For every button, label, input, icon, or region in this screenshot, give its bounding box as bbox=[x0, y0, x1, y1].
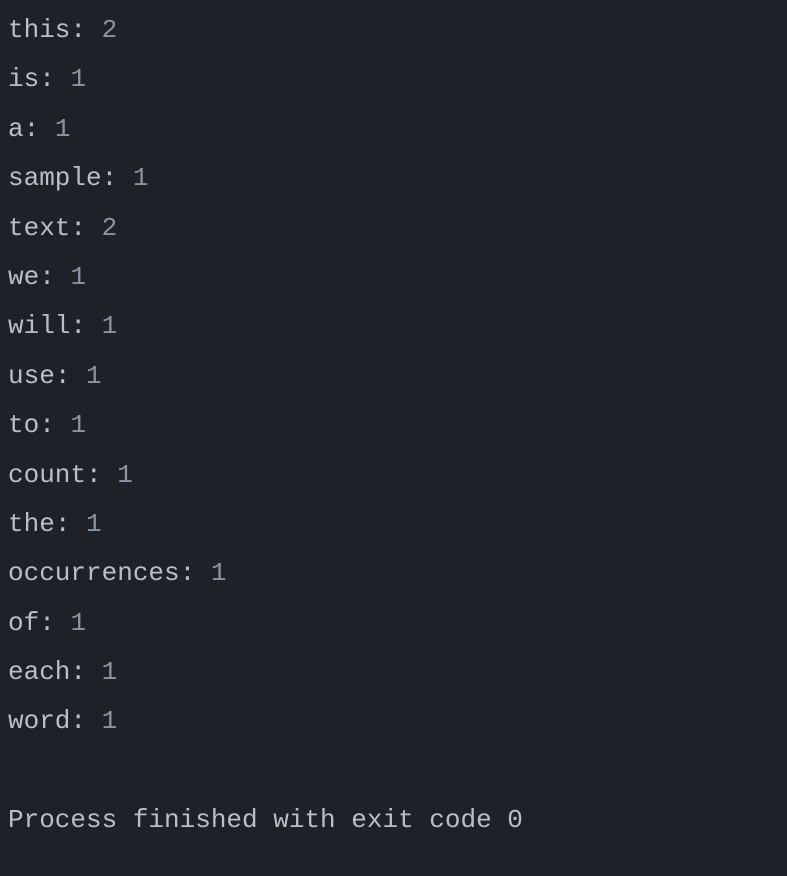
output-line: word: 1 bbox=[8, 697, 779, 746]
word-label: occurrences bbox=[8, 558, 180, 588]
separator: : bbox=[55, 509, 86, 539]
separator: : bbox=[70, 706, 101, 736]
separator: : bbox=[86, 460, 117, 490]
output-line: the: 1 bbox=[8, 500, 779, 549]
separator: : bbox=[102, 163, 133, 193]
separator: : bbox=[39, 262, 70, 292]
word-label: will bbox=[8, 311, 70, 341]
separator: : bbox=[24, 114, 55, 144]
word-count: 1 bbox=[211, 558, 227, 588]
word-count: 1 bbox=[86, 509, 102, 539]
output-line: each: 1 bbox=[8, 648, 779, 697]
separator: : bbox=[70, 311, 101, 341]
word-label: text bbox=[8, 213, 70, 243]
word-count: 1 bbox=[70, 64, 86, 94]
word-count: 2 bbox=[102, 15, 118, 45]
word-count: 1 bbox=[70, 410, 86, 440]
console-output: this: 2is: 1a: 1sample: 1text: 2we: 1wil… bbox=[8, 6, 779, 747]
output-line: count: 1 bbox=[8, 451, 779, 500]
word-count: 1 bbox=[70, 262, 86, 292]
word-label: to bbox=[8, 410, 39, 440]
output-line: occurrences: 1 bbox=[8, 549, 779, 598]
word-label: we bbox=[8, 262, 39, 292]
output-line: we: 1 bbox=[8, 253, 779, 302]
separator: : bbox=[180, 558, 211, 588]
output-line: to: 1 bbox=[8, 401, 779, 450]
output-line: sample: 1 bbox=[8, 154, 779, 203]
word-label: the bbox=[8, 509, 55, 539]
word-count: 2 bbox=[102, 213, 118, 243]
word-count: 1 bbox=[117, 460, 133, 490]
word-count: 1 bbox=[102, 706, 118, 736]
output-line: this: 2 bbox=[8, 6, 779, 55]
word-label: each bbox=[8, 657, 70, 687]
output-line: use: 1 bbox=[8, 352, 779, 401]
word-count: 1 bbox=[70, 608, 86, 638]
word-count: 1 bbox=[133, 163, 149, 193]
output-line: is: 1 bbox=[8, 55, 779, 104]
separator: : bbox=[55, 361, 86, 391]
word-count: 1 bbox=[102, 311, 118, 341]
separator: : bbox=[70, 657, 101, 687]
word-label: sample bbox=[8, 163, 102, 193]
output-line: text: 2 bbox=[8, 204, 779, 253]
separator: : bbox=[70, 213, 101, 243]
separator: : bbox=[70, 15, 101, 45]
word-label: of bbox=[8, 608, 39, 638]
word-label: word bbox=[8, 706, 70, 736]
word-label: count bbox=[8, 460, 86, 490]
word-count: 1 bbox=[102, 657, 118, 687]
word-label: a bbox=[8, 114, 24, 144]
output-line: of: 1 bbox=[8, 599, 779, 648]
word-label: use bbox=[8, 361, 55, 391]
output-line: a: 1 bbox=[8, 105, 779, 154]
word-label: is bbox=[8, 64, 39, 94]
process-status: Process finished with exit code 0 bbox=[8, 796, 779, 845]
output-line: will: 1 bbox=[8, 302, 779, 351]
word-label: this bbox=[8, 15, 70, 45]
separator: : bbox=[39, 64, 70, 94]
separator: : bbox=[39, 410, 70, 440]
word-count: 1 bbox=[55, 114, 71, 144]
separator: : bbox=[39, 608, 70, 638]
word-count: 1 bbox=[86, 361, 102, 391]
